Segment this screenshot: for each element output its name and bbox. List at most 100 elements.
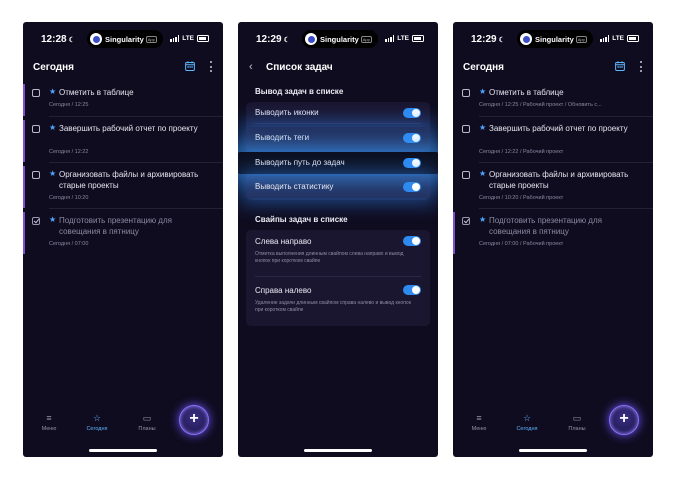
calendar-icon[interactable]: [185, 61, 195, 71]
more-options-icon[interactable]: [639, 61, 643, 72]
star-icon: ★: [479, 87, 487, 96]
setting-row-swipe-right[interactable]: Слева направо Отметка выполнения длинным…: [246, 230, 430, 277]
calendar-icon: ▭: [572, 413, 582, 423]
task-accent-bar: [23, 166, 25, 208]
setting-row-path[interactable]: Выводить путь до задач: [238, 152, 438, 174]
task-title: Завершить рабочий отчет по проекту: [489, 124, 628, 133]
network-label: LTE: [397, 35, 409, 42]
task-checkbox[interactable]: [32, 89, 40, 97]
task-item[interactable]: ★ Отметить в таблице Сегодня / 12:25: [23, 84, 223, 116]
back-chevron-icon[interactable]: ‹: [249, 61, 253, 73]
toggle-switch[interactable]: [403, 236, 421, 246]
status-bar: 12:29 ☾ Singularity App LTE: [238, 30, 438, 48]
setting-row-swipe-left[interactable]: Справа налево Удаление задачи длинным св…: [246, 279, 430, 326]
task-checkbox[interactable]: [462, 125, 470, 133]
task-meta: Сегодня / 07:00: [49, 241, 89, 247]
tab-bar: ≡ Меню ☆ Сегодня ▭ Планы +: [453, 405, 653, 443]
tab-today[interactable]: ☆ Сегодня: [507, 413, 547, 432]
home-indicator[interactable]: [89, 449, 157, 452]
app-logo-icon: [305, 33, 317, 45]
star-icon: ★: [479, 169, 487, 178]
network-label: LTE: [182, 35, 194, 42]
toggle-switch[interactable]: [403, 133, 421, 143]
task-item-completed[interactable]: ★ Подготовить презентацию для совещания …: [453, 212, 653, 254]
task-item[interactable]: ★ Организовать файлы и архивировать стар…: [23, 166, 223, 208]
toggle-switch[interactable]: [403, 158, 421, 168]
tab-plans[interactable]: ▭ Планы: [557, 413, 597, 432]
display-options-card: Выводить иконки Выводить теги Выводить п…: [238, 102, 438, 200]
calendar-icon[interactable]: [615, 61, 625, 71]
task-accent-bar: [23, 84, 25, 116]
task-meta: Сегодня / 12:25: [49, 102, 89, 108]
task-title: Подготовить презентацию для совещания в …: [489, 216, 602, 236]
task-checkbox-checked[interactable]: [32, 217, 40, 225]
setting-row-tags[interactable]: Выводить теги: [246, 127, 430, 149]
tab-plans[interactable]: ▭ Планы: [127, 413, 167, 432]
app-logo-icon: [520, 33, 532, 45]
star-icon: ★: [49, 215, 57, 224]
tab-menu[interactable]: ≡ Меню: [29, 413, 69, 432]
more-options-icon[interactable]: [209, 61, 213, 72]
menu-icon: ≡: [46, 413, 52, 423]
task-meta: Сегодня / 10:20 / Рабочий проект: [479, 195, 564, 201]
star-icon: ★: [49, 169, 57, 178]
section-heading: Вывод задач в списке: [255, 87, 344, 96]
star-icon: ★: [49, 123, 57, 132]
task-title: Организовать файлы и архивировать старые…: [489, 170, 629, 190]
task-accent-bar: [23, 212, 25, 254]
task-title: Завершить рабочий отчет по проекту: [59, 124, 198, 133]
signal-icon: [170, 35, 180, 42]
home-indicator[interactable]: [519, 449, 587, 452]
tab-menu[interactable]: ≡ Меню: [459, 413, 499, 432]
status-time: 12:29 ☾: [256, 34, 290, 45]
task-meta: Сегодня / 12:22: [49, 149, 89, 155]
toggle-switch[interactable]: [403, 285, 421, 295]
task-checkbox[interactable]: [462, 171, 470, 179]
setting-row-stats[interactable]: Выводить статистику: [246, 176, 430, 198]
divider: [479, 116, 653, 117]
island-app-name: Singularity: [105, 34, 144, 44]
calendar-icon: ▭: [142, 413, 152, 423]
task-item[interactable]: ★ Отметить в таблице Сегодня / 12:25 / Р…: [453, 84, 653, 116]
phone-screen-settings: 12:29 ☾ Singularity App LTE ‹ Список зада…: [238, 22, 438, 457]
island-app-name: Singularity: [535, 34, 574, 44]
task-item-completed[interactable]: ★ Подготовить презентацию для совещания …: [23, 212, 223, 254]
page-title: Сегодня: [463, 62, 505, 73]
task-item[interactable]: ★ Завершить рабочий отчет по проекту Сег…: [23, 120, 223, 162]
network-label: LTE: [612, 35, 624, 42]
add-task-button[interactable]: +: [609, 405, 639, 435]
dynamic-island: Singularity App: [517, 30, 593, 48]
home-indicator[interactable]: [304, 449, 372, 452]
task-meta: Сегодня / 12:25 / Рабочий проект / Обнов…: [479, 102, 602, 108]
star-outline-icon: ☆: [522, 413, 532, 423]
island-badge: App: [360, 35, 372, 43]
toggle-switch[interactable]: [403, 182, 421, 192]
dynamic-island: Singularity App: [87, 30, 163, 48]
task-checkbox[interactable]: [32, 171, 40, 179]
focus-mode-icon: ☾: [68, 37, 75, 44]
divider: [49, 162, 223, 163]
task-checkbox[interactable]: [462, 89, 470, 97]
phone-screen-today-1: 12:28 ☾ Singularity App LTE Сегодня ★ Отм…: [23, 22, 223, 457]
setting-row-icons[interactable]: Выводить иконки: [246, 102, 430, 124]
menu-icon: ≡: [476, 413, 482, 423]
status-bar: 12:29 ☾ Singularity App LTE: [453, 30, 653, 48]
divider: [49, 116, 223, 117]
task-checkbox[interactable]: [32, 125, 40, 133]
focus-mode-icon: ☾: [283, 37, 290, 44]
task-item[interactable]: ★ Завершить рабочий отчет по проекту Сег…: [453, 120, 653, 162]
task-meta: Сегодня / 12:22 / Рабочий проект: [479, 149, 564, 155]
star-icon: ★: [49, 87, 57, 96]
task-checkbox-checked[interactable]: [462, 217, 470, 225]
toggle-switch[interactable]: [403, 108, 421, 118]
page-title: Сегодня: [33, 62, 75, 73]
tab-today[interactable]: ☆ Сегодня: [77, 413, 117, 432]
section-heading: Свайпы задач в списке: [255, 215, 348, 224]
divider: [479, 162, 653, 163]
divider: [49, 208, 223, 209]
task-item[interactable]: ★ Организовать файлы и архивировать стар…: [453, 166, 653, 208]
page-title: Список задач: [266, 62, 333, 73]
status-bar: 12:28 ☾ Singularity App LTE: [23, 30, 223, 48]
add-task-button[interactable]: +: [179, 405, 209, 435]
star-icon: ★: [479, 215, 487, 224]
